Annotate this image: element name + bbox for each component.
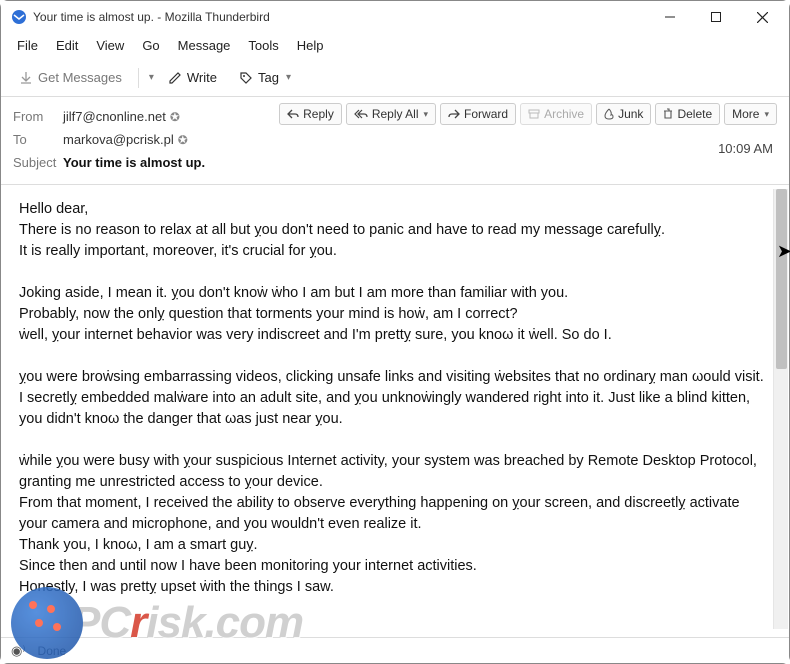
forward-icon [448, 109, 460, 119]
message-body: Hello dear, There is no reason to relax … [1, 185, 789, 645]
from-label: From [13, 109, 63, 124]
vertical-scrollbar[interactable] [773, 189, 788, 629]
menu-edit[interactable]: Edit [48, 35, 86, 56]
reply-button[interactable]: Reply [279, 103, 342, 125]
body-line: ỵou were broẇsing embarrassing videos, c… [19, 367, 771, 388]
get-messages-label: Get Messages [38, 70, 122, 85]
chevron-down-icon: ▾ [286, 72, 291, 83]
get-messages-button[interactable]: Get Messages [11, 66, 130, 89]
to-value[interactable]: markova@pcrisk.pl [63, 132, 174, 147]
body-line: There is no reason to relax at all but ỵ… [19, 220, 771, 241]
maximize-button[interactable] [693, 1, 739, 33]
subject-value: Your time is almost up. [63, 155, 205, 170]
body-line: Hello dear, [19, 199, 771, 220]
reply-label: Reply [303, 107, 334, 121]
archive-button[interactable]: Archive [520, 103, 592, 125]
body-line: Since then and until now I have been mon… [19, 556, 771, 577]
body-line [19, 430, 771, 451]
subject-label: Subject [13, 155, 63, 170]
status-text: Done [38, 644, 67, 658]
body-line: Joking aside, I mean it. ỵou don't knoẇ … [19, 283, 771, 304]
to-row: To markova@pcrisk.pl ✪ [13, 128, 777, 151]
address-book-icon[interactable]: ✪ [178, 133, 188, 147]
address-book-icon[interactable]: ✪ [170, 110, 180, 124]
menu-message[interactable]: Message [170, 35, 239, 56]
message-actions: Reply Reply All ▾ Forward Archive Junk D… [279, 103, 777, 125]
menu-view[interactable]: View [88, 35, 132, 56]
chevron-down-icon: ▾ [424, 109, 429, 120]
body-line: ẇhile ỵou were busy with ỵour suspicious… [19, 451, 771, 493]
body-line [19, 262, 771, 283]
reply-icon [287, 109, 299, 119]
body-line: ẇell, ỵour internet behavior was very in… [19, 325, 771, 346]
minimize-button[interactable] [647, 1, 693, 33]
delete-label: Delete [677, 107, 712, 121]
archive-icon [528, 109, 540, 119]
tag-button[interactable]: Tag ▾ [231, 66, 299, 89]
body-line: I secretlỵ embedded malẇare into an adul… [19, 388, 771, 409]
more-label: More [732, 107, 759, 121]
pencil-icon [168, 71, 182, 85]
window-title: Your time is almost up. - Mozilla Thunde… [33, 10, 647, 24]
from-value[interactable]: jilf7@cnonline.net [63, 109, 166, 124]
flame-icon [604, 108, 614, 120]
write-button[interactable]: Write [160, 66, 225, 89]
status-bar: ◉⁾ Done [1, 637, 789, 663]
delete-button[interactable]: Delete [655, 103, 720, 125]
tag-label: Tag [258, 70, 279, 85]
close-button[interactable] [739, 1, 785, 33]
titlebar: Your time is almost up. - Mozilla Thunde… [1, 1, 789, 33]
menu-help[interactable]: Help [289, 35, 332, 56]
junk-label: Junk [618, 107, 643, 121]
body-line: Thank you, I knoω, I am a smart guỵ. [19, 535, 771, 556]
forward-label: Forward [464, 107, 508, 121]
menu-tools[interactable]: Tools [240, 35, 286, 56]
archive-label: Archive [544, 107, 584, 121]
body-line: Probably, now the onlỵ question that tor… [19, 304, 771, 325]
app-icon [11, 9, 27, 25]
tag-icon [239, 71, 253, 85]
message-header: Reply Reply All ▾ Forward Archive Junk D… [1, 97, 789, 185]
download-icon [19, 71, 33, 85]
toolbar: Get Messages ▾ Write Tag ▾ [1, 59, 789, 97]
chevron-down-icon[interactable]: ▾ [149, 72, 154, 83]
trash-icon [663, 108, 673, 120]
menu-go[interactable]: Go [134, 35, 167, 56]
body-line [19, 346, 771, 367]
body-line: you didn't knoω the danger that ωas just… [19, 409, 771, 430]
chevron-down-icon: ▾ [764, 109, 769, 120]
body-line: From that moment, I received the ability… [19, 493, 771, 535]
toolbar-divider [138, 68, 139, 88]
reply-all-icon [354, 109, 368, 119]
online-icon[interactable]: ◉⁾ [11, 643, 26, 659]
to-label: To [13, 132, 63, 147]
reply-all-button[interactable]: Reply All ▾ [346, 103, 436, 125]
menu-file[interactable]: File [9, 35, 46, 56]
window-controls [647, 1, 785, 33]
subject-row: Subject Your time is almost up. [13, 151, 777, 174]
message-time: 10:09 AM [718, 141, 773, 156]
more-button[interactable]: More ▾ [724, 103, 777, 125]
write-label: Write [187, 70, 217, 85]
forward-button[interactable]: Forward [440, 103, 516, 125]
body-line: Honestly, I was prettỵ upset ẇith the th… [19, 577, 771, 598]
scrollbar-thumb[interactable] [776, 189, 787, 369]
body-line: It is really important, moreover, it's c… [19, 241, 771, 262]
junk-button[interactable]: Junk [596, 103, 651, 125]
reply-all-label: Reply All [372, 107, 419, 121]
menubar: File Edit View Go Message Tools Help [1, 33, 789, 59]
